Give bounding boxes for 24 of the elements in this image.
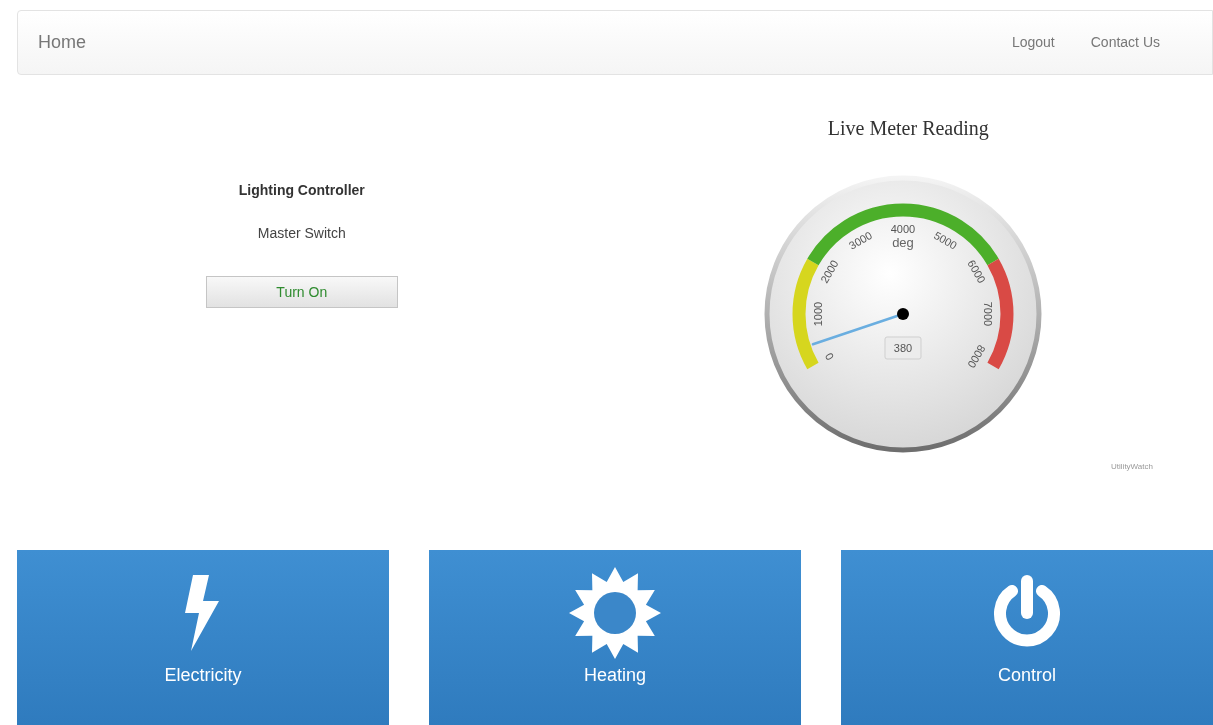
gauge-tick-label: 5000 <box>932 229 960 252</box>
gauge-tick-label: 3000 <box>847 229 875 252</box>
dashboard-tile[interactable]: Control <box>841 550 1213 725</box>
meter-credit: UtilityWatch <box>1111 461 1153 473</box>
dashboard-tile[interactable]: Heating <box>429 550 801 725</box>
tile-label: Electricity <box>164 664 242 687</box>
nav-link[interactable]: Contact Us <box>1090 32 1160 53</box>
dashboard-tile[interactable]: Electricity <box>17 550 389 725</box>
gauge-tick-label: 7000 <box>982 301 995 327</box>
gauge-tick-label: 0 <box>822 350 837 363</box>
controller-subtitle: Master Switch <box>257 224 346 243</box>
home-link[interactable]: Home <box>38 29 86 56</box>
controller-title: Lighting Controller <box>238 181 365 200</box>
gauge-reading: 380 <box>884 336 922 360</box>
meter-title: Live Meter Reading <box>827 116 989 142</box>
gauge-tick-label: 4000 <box>891 222 916 235</box>
tile-label: Control <box>998 664 1056 687</box>
nav-link[interactable]: Logout <box>1011 32 1055 53</box>
gauge-unit: deg <box>892 235 915 250</box>
tile-label: Heating <box>583 664 646 687</box>
sun-icon <box>569 567 661 659</box>
gauge-tick-label: 1000 <box>812 301 825 327</box>
gauge-hub <box>897 308 910 320</box>
turn-on-button[interactable]: Turn On <box>205 276 398 308</box>
